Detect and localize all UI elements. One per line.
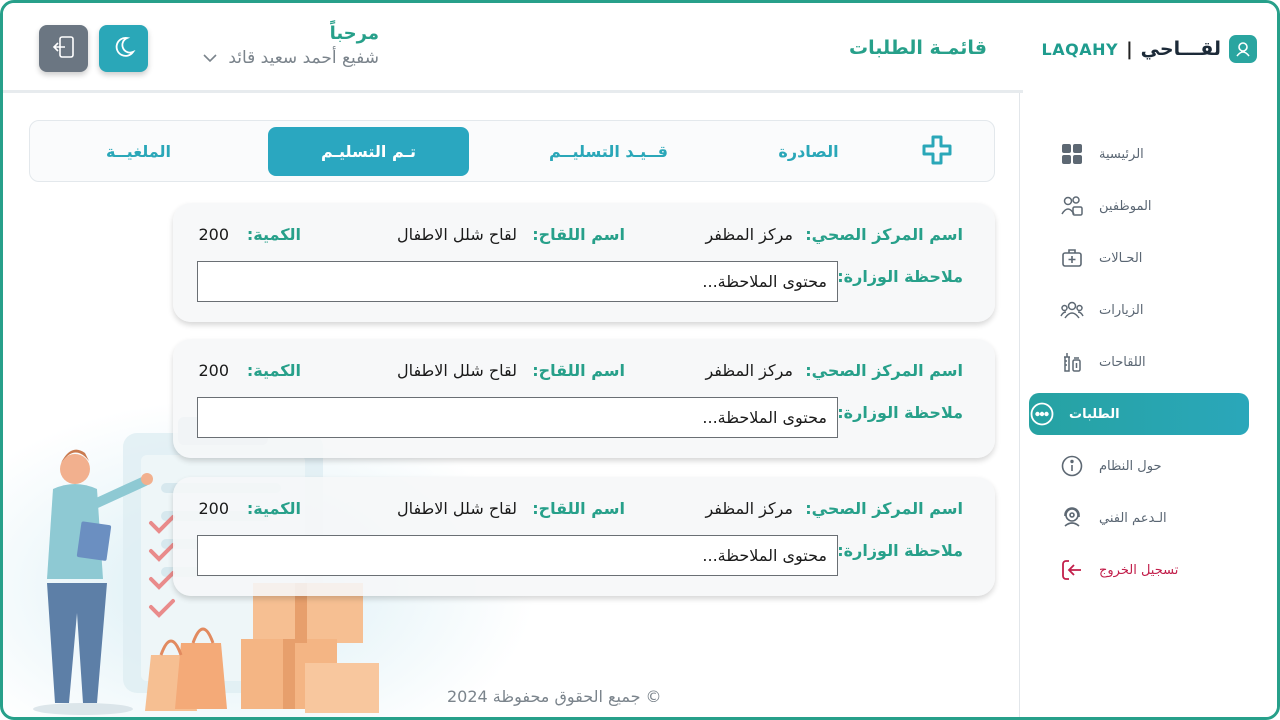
support-icon bbox=[1059, 505, 1085, 531]
quantity-label: الكمية: bbox=[246, 225, 301, 244]
baby-logo-icon bbox=[1229, 35, 1257, 63]
orders-tabs: الصادرة قــيـد التسليــم تـم التسليـم ال… bbox=[29, 120, 995, 182]
welcome-text: مرحباً bbox=[329, 23, 379, 44]
quantity-value: 200 bbox=[198, 225, 229, 244]
tab-delivered[interactable]: تـم التسليـم bbox=[268, 127, 469, 176]
user-menu[interactable]: مرحباً شفيع أحمد سعيد قائد bbox=[202, 23, 379, 68]
theme-toggle-button[interactable] bbox=[99, 25, 148, 72]
quantity-label: الكمية: bbox=[246, 499, 301, 518]
sidebar-item-visits[interactable]: الزيارات bbox=[1059, 289, 1249, 331]
vaccine-value: لقاح شلل الاطفال bbox=[396, 499, 517, 518]
order-info-row: اسم المركز الصحي: مركز المظفر اسم اللقاح… bbox=[198, 361, 963, 385]
copyright-footer: جميع الحقوق محفوظة 2024 © bbox=[447, 687, 662, 706]
vaccine-label: اسم اللقاح: bbox=[532, 225, 625, 244]
sidebar-nav: الرئيسية الموظفين الحـالات الزيارات اللق… bbox=[1029, 133, 1249, 601]
order-card: اسم المركز الصحي: مركز المظفر اسم اللقاح… bbox=[173, 477, 995, 596]
sidebar: LAQAHY | لقـــاحي الرئيسية الموظفين الحـ… bbox=[1019, 3, 1277, 717]
grid-icon bbox=[1059, 141, 1085, 167]
logout-icon bbox=[51, 34, 77, 64]
plus-icon bbox=[921, 134, 953, 170]
note-label: ملاحظة الوزارة: bbox=[837, 267, 963, 286]
user-name-row: شفيع أحمد سعيد قائد bbox=[202, 48, 379, 68]
sidebar-item-label: الموظفين bbox=[1099, 198, 1152, 214]
center-label: اسم المركز الصحي: bbox=[805, 361, 963, 380]
center-label: اسم المركز الصحي: bbox=[805, 499, 963, 518]
sidebar-item-cases[interactable]: الحـالات bbox=[1059, 237, 1249, 279]
user-name: شفيع أحمد سعيد قائد bbox=[228, 48, 379, 68]
brand-separator: | bbox=[1126, 38, 1133, 60]
app-frame: LAQAHY | لقـــاحي الرئيسية الموظفين الحـ… bbox=[0, 0, 1280, 720]
vaccine-label: اسم اللقاح: bbox=[532, 499, 625, 518]
tab-cancelled[interactable]: الملغيــة bbox=[38, 127, 239, 176]
center-value: مركز المظفر bbox=[705, 225, 793, 244]
order-card: اسم المركز الصحي: مركز المظفر اسم اللقاح… bbox=[173, 203, 995, 322]
medical-case-icon bbox=[1059, 245, 1085, 271]
chevron-down-icon[interactable] bbox=[202, 48, 218, 68]
center-value: مركز المظفر bbox=[705, 499, 793, 518]
top-header: قائمـة الطلبات مرحباً شفيع أحمد سعيد قائ… bbox=[3, 3, 1023, 93]
tab-issued[interactable]: الصادرة bbox=[708, 127, 909, 176]
note-label: ملاحظة الوزارة: bbox=[837, 541, 963, 560]
brand-name-ar: لقـــاحي bbox=[1140, 38, 1221, 60]
sidebar-item-home[interactable]: الرئيسية bbox=[1059, 133, 1249, 175]
ministry-note-field[interactable]: محتوى الملاحظة... bbox=[197, 535, 838, 576]
sidebar-item-logout[interactable]: تسجيل الخروج bbox=[1059, 549, 1249, 591]
order-info-row: اسم المركز الصحي: مركز المظفر اسم اللقاح… bbox=[198, 499, 963, 523]
chat-dots-icon bbox=[1029, 401, 1055, 427]
quantity-value: 200 bbox=[198, 499, 229, 518]
sidebar-item-about[interactable]: حول النظام bbox=[1059, 445, 1249, 487]
center-value: مركز المظفر bbox=[705, 361, 793, 380]
sidebar-item-label: الطلبات bbox=[1069, 406, 1120, 422]
sidebar-item-label: الحـالات bbox=[1099, 250, 1143, 266]
sidebar-item-label: حول النظام bbox=[1099, 458, 1162, 474]
add-order-button[interactable] bbox=[920, 135, 954, 169]
sidebar-item-employees[interactable]: الموظفين bbox=[1059, 185, 1249, 227]
quantity-value: 200 bbox=[198, 361, 229, 380]
sidebar-item-label: الرئيسية bbox=[1099, 146, 1144, 162]
tab-pending-delivery[interactable]: قــيـد التسليــم bbox=[508, 127, 709, 176]
header-logout-button[interactable] bbox=[39, 25, 88, 72]
sidebar-item-label: اللقاحات bbox=[1099, 354, 1146, 370]
sidebar-item-support[interactable]: الـدعم الفني bbox=[1059, 497, 1249, 539]
vaccine-value: لقاح شلل الاطفال bbox=[396, 361, 517, 380]
page-title: قائمـة الطلبات bbox=[849, 37, 987, 59]
vaccine-icon bbox=[1059, 349, 1085, 375]
moon-icon bbox=[112, 35, 136, 63]
sidebar-item-orders[interactable]: الطلبات bbox=[1029, 393, 1249, 435]
order-info-row: اسم المركز الصحي: مركز المظفر اسم اللقاح… bbox=[198, 225, 963, 249]
sidebar-item-label: تسجيل الخروج bbox=[1099, 562, 1179, 578]
sidebar-item-label: الزيارات bbox=[1099, 302, 1144, 318]
visits-icon bbox=[1059, 297, 1085, 323]
ministry-note-field[interactable]: محتوى الملاحظة... bbox=[197, 397, 838, 438]
employees-icon bbox=[1059, 193, 1085, 219]
ministry-note-field[interactable]: محتوى الملاحظة... bbox=[197, 261, 838, 302]
vaccine-label: اسم اللقاح: bbox=[532, 361, 625, 380]
quantity-label: الكمية: bbox=[246, 361, 301, 380]
order-card: اسم المركز الصحي: مركز المظفر اسم اللقاح… bbox=[173, 339, 995, 458]
logout-icon bbox=[1059, 557, 1085, 583]
brand[interactable]: LAQAHY | لقـــاحي bbox=[1042, 35, 1257, 63]
center-label: اسم المركز الصحي: bbox=[805, 225, 963, 244]
note-label: ملاحظة الوزارة: bbox=[837, 403, 963, 422]
sidebar-item-vaccines[interactable]: اللقاحات bbox=[1059, 341, 1249, 383]
sidebar-item-label: الـدعم الفني bbox=[1099, 510, 1167, 526]
vaccine-value: لقاح شلل الاطفال bbox=[396, 225, 517, 244]
info-icon bbox=[1059, 453, 1085, 479]
brand-name-en: LAQAHY bbox=[1041, 39, 1119, 59]
